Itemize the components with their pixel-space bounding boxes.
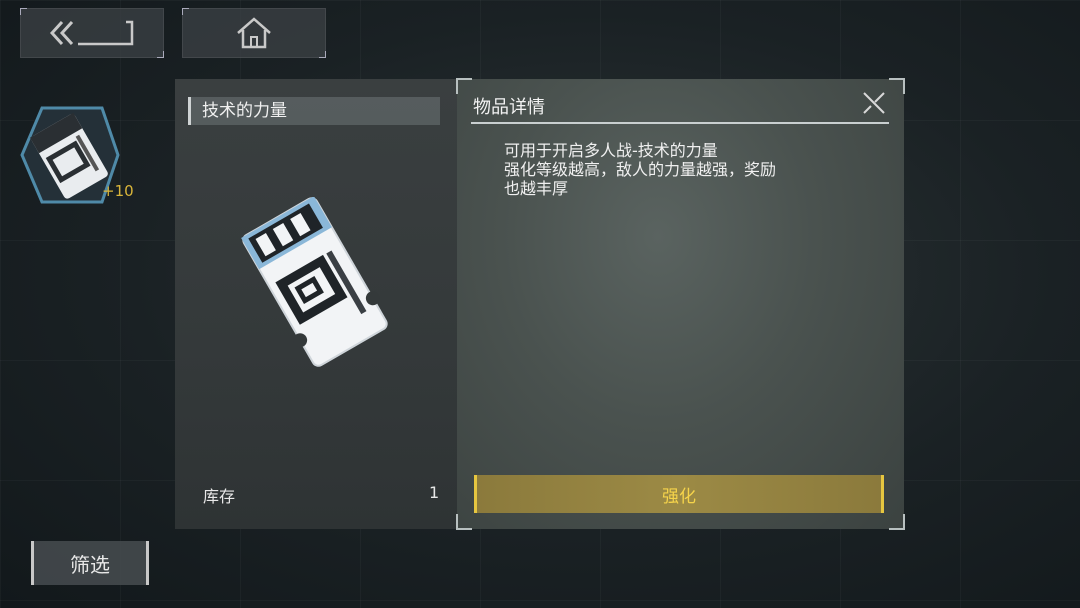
home-icon xyxy=(237,17,271,49)
item-panel: 技术的力量 库存 1 xyxy=(175,79,457,529)
back-button[interactable] xyxy=(20,8,164,58)
description-line: 强化等级越高，敌人的力量越强，奖励 xyxy=(504,160,777,179)
stock-value: 1 xyxy=(429,483,440,502)
description-line: 也越丰厚 xyxy=(504,179,569,198)
inventory-item-ticket[interactable]: +10 xyxy=(14,100,134,210)
corner-decoration xyxy=(889,78,905,94)
enhance-button[interactable]: 强化 xyxy=(474,475,884,513)
description-line: 可用于开启多人战-技术的力量 xyxy=(504,141,718,160)
item-detail-panel: 物品详情 可用于开启多人战-技术的力量 强化等级越高，敌人的力量越强，奖励 也越… xyxy=(456,78,905,530)
home-button[interactable] xyxy=(182,8,326,58)
item-name: 技术的力量 xyxy=(188,97,440,125)
detail-title: 物品详情 xyxy=(473,97,545,118)
ticket-image xyxy=(241,197,388,367)
corner-decoration xyxy=(456,78,472,94)
double-chevron-back-icon xyxy=(50,20,134,46)
stock-label: 库存 xyxy=(203,487,236,506)
corner-decoration xyxy=(456,514,472,530)
filter-button[interactable]: 筛选 xyxy=(31,541,149,585)
close-icon[interactable] xyxy=(861,90,887,116)
title-divider xyxy=(471,122,889,124)
corner-decoration xyxy=(889,514,905,530)
item-description: 可用于开启多人战-技术的力量 强化等级越高，敌人的力量越强，奖励 也越丰厚 xyxy=(504,141,864,198)
item-count-badge: +10 xyxy=(102,182,134,200)
